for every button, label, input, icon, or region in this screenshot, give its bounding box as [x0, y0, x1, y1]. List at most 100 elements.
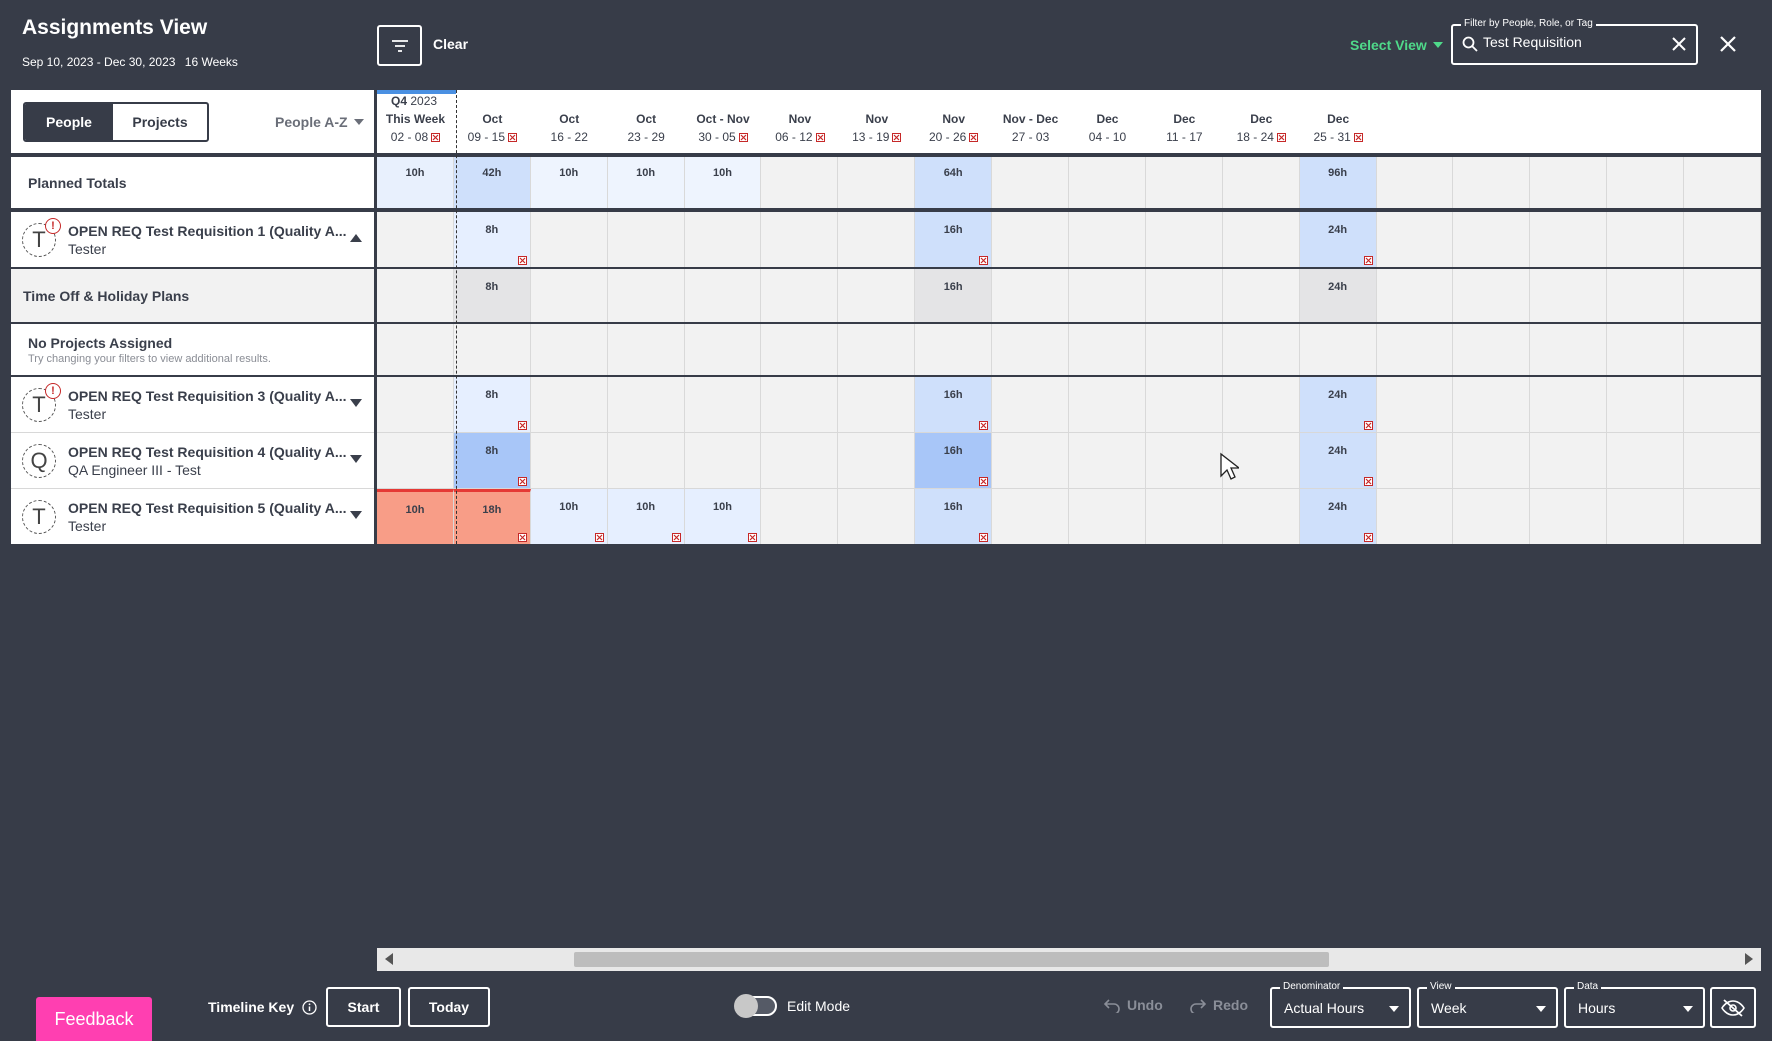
grid-cell[interactable] [992, 433, 1070, 488]
grid-cell[interactable] [1684, 269, 1762, 322]
sort-dropdown[interactable]: People A-Z [275, 114, 364, 130]
grid-cell[interactable] [761, 157, 839, 208]
grid-cell[interactable] [1453, 324, 1531, 375]
grid-cell[interactable] [1145, 157, 1223, 208]
grid-cell[interactable] [1453, 489, 1531, 544]
grid-cell[interactable] [1530, 269, 1608, 322]
chevron-down-icon[interactable] [350, 511, 362, 519]
grid-cell[interactable] [1607, 489, 1685, 544]
start-button[interactable]: Start [326, 987, 401, 1027]
grid-cell[interactable] [761, 489, 839, 544]
toggle-projects[interactable]: Projects [113, 104, 207, 140]
edit-mode-toggle[interactable]: Edit Mode [734, 994, 850, 1018]
grid-cell[interactable]: 24h [1299, 433, 1377, 488]
person-row[interactable]: T OPEN REQ Test Requisition 5 (Quality A… [11, 489, 374, 544]
scroll-left-icon[interactable] [385, 953, 393, 965]
grid-cell[interactable] [530, 377, 608, 432]
hide-visibility-button[interactable] [1710, 987, 1756, 1028]
person-name[interactable]: OPEN REQ Test Requisition 4 (Quality A..… [68, 444, 346, 460]
grid-cell[interactable] [1530, 324, 1608, 375]
person-name[interactable]: OPEN REQ Test Requisition 1 (Quality A..… [68, 223, 346, 239]
grid-cell[interactable] [1145, 212, 1223, 267]
grid-cell[interactable] [1376, 324, 1454, 375]
scroll-right-icon[interactable] [1745, 953, 1753, 965]
person-row[interactable]: Q OPEN REQ Test Requisition 4 (Quality A… [11, 433, 374, 488]
grid-cell[interactable] [1453, 377, 1531, 432]
grid-cell[interactable]: 10h [607, 489, 685, 544]
grid-cell[interactable]: 16h [915, 269, 993, 322]
grid-cell[interactable] [684, 377, 762, 432]
grid-cell[interactable] [1607, 269, 1685, 322]
close-icon[interactable] [1718, 34, 1738, 54]
search-input[interactable] [1483, 34, 1663, 50]
grid-cell[interactable] [838, 212, 916, 267]
grid-cell[interactable] [838, 433, 916, 488]
grid-cell[interactable] [1299, 324, 1377, 375]
grid-cell[interactable] [1376, 269, 1454, 322]
feedback-button[interactable]: Feedback [36, 997, 152, 1041]
grid-cell[interactable] [1222, 489, 1300, 544]
grid-cell[interactable] [1684, 433, 1762, 488]
grid-cell[interactable]: 16h [915, 212, 993, 267]
grid-cell[interactable]: 10h [684, 489, 762, 544]
grid-cell[interactable] [1684, 324, 1762, 375]
grid-cell[interactable] [530, 433, 608, 488]
undo-button[interactable]: Undo [1103, 997, 1163, 1013]
grid-cell[interactable] [1530, 157, 1608, 208]
grid-cell[interactable] [530, 324, 608, 375]
grid-cell[interactable] [453, 324, 531, 375]
grid-cell[interactable] [1684, 157, 1762, 208]
grid-cell[interactable]: 16h [915, 377, 993, 432]
clear-search-icon[interactable] [1670, 35, 1688, 53]
grid-cell[interactable] [377, 324, 454, 375]
grid-cell[interactable] [1453, 433, 1531, 488]
grid-cell[interactable] [761, 212, 839, 267]
grid-cell[interactable] [1145, 377, 1223, 432]
grid-cell[interactable] [684, 433, 762, 488]
grid-cell[interactable] [1453, 157, 1531, 208]
grid-cell[interactable] [1607, 377, 1685, 432]
grid-cell[interactable] [992, 212, 1070, 267]
grid-cell[interactable]: 42h [453, 157, 531, 208]
grid-cell[interactable]: 24h [1299, 489, 1377, 544]
grid-cell[interactable] [607, 324, 685, 375]
grid-cell[interactable]: 96h [1299, 157, 1377, 208]
grid-cell[interactable] [992, 377, 1070, 432]
grid-cell[interactable] [607, 377, 685, 432]
grid-cell[interactable] [1222, 324, 1300, 375]
filter-search-field[interactable]: Filter by People, Role, or Tag [1451, 18, 1698, 65]
grid-cell[interactable] [1145, 433, 1223, 488]
grid-cell[interactable] [838, 324, 916, 375]
chevron-up-icon[interactable] [350, 234, 362, 242]
grid-cell[interactable] [377, 212, 454, 267]
grid-cell[interactable]: 10h [607, 157, 685, 208]
grid-cell[interactable] [607, 212, 685, 267]
grid-cell[interactable] [1607, 212, 1685, 267]
grid-cell[interactable] [377, 269, 454, 322]
grid-cell[interactable] [838, 157, 916, 208]
grid-cell[interactable] [377, 433, 454, 488]
grid-cell[interactable] [530, 269, 608, 322]
grid-cell[interactable]: 10h [377, 489, 454, 544]
grid-cell[interactable] [1222, 157, 1300, 208]
grid-cell[interactable] [761, 324, 839, 375]
grid-cell[interactable] [377, 377, 454, 432]
today-button[interactable]: Today [408, 987, 490, 1027]
grid-cell[interactable]: 8h [453, 212, 531, 267]
grid-cell[interactable] [1376, 377, 1454, 432]
grid-cell[interactable]: 10h [684, 157, 762, 208]
grid-cell[interactable] [1069, 324, 1146, 375]
grid-cell[interactable] [607, 269, 685, 322]
person-row[interactable]: T! OPEN REQ Test Requisition 3 (Quality … [11, 377, 374, 432]
grid-cell[interactable] [684, 324, 762, 375]
timeline-key[interactable]: Timeline Key [208, 999, 317, 1015]
redo-button[interactable]: Redo [1189, 997, 1248, 1013]
grid-cell[interactable] [838, 377, 916, 432]
select-view-dropdown[interactable]: Select View [1350, 37, 1443, 53]
grid-cell[interactable] [915, 324, 993, 375]
denominator-select[interactable]: Denominator Actual Hours [1270, 981, 1411, 1028]
grid-cell[interactable] [607, 433, 685, 488]
grid-cell[interactable]: 24h [1299, 212, 1377, 267]
grid-cell[interactable] [1069, 269, 1146, 322]
toggle-people[interactable]: People [25, 104, 113, 140]
